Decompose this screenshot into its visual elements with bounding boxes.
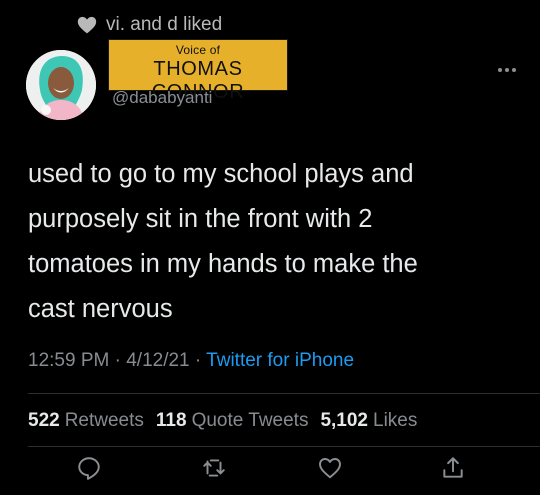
separator: · [114,350,121,371]
reply-icon[interactable] [76,455,102,481]
tweet-meta: 12:59 PM · 4/12/21 · Twitter for iPhone [28,350,354,372]
like-icon[interactable] [317,455,343,481]
tweet-text: used to go to my school plays and purpos… [28,152,508,332]
likes-label: Likes [373,410,418,431]
sticker-line1: Voice of [175,43,221,57]
retweets-stat[interactable]: 522 Retweets [28,410,144,432]
tweet-line: used to go to my school plays and [28,160,414,188]
tweet-time[interactable]: 12:59 PM [28,350,109,371]
avatar[interactable] [26,50,96,120]
liked-by-text[interactable]: vi. and d liked [106,14,222,36]
retweet-icon[interactable] [201,455,227,481]
tweet-line: cast nervous [28,295,173,323]
separator: · [194,350,202,371]
divider [28,393,540,394]
quotes-count: 118 [155,410,187,431]
author-handle[interactable]: @dababyanti [112,88,212,108]
more-options-icon[interactable] [496,66,518,74]
tweet-line: tomatoes in my hands to make the [28,250,418,278]
likes-stat[interactable]: 5,102 Likes [320,410,417,432]
divider [28,446,540,447]
retweets-label: Retweets [64,410,144,431]
tweet-date[interactable]: 4/12/21 [126,350,189,371]
share-icon[interactable] [440,455,466,481]
heart-icon [77,16,97,34]
retweets-count: 522 [28,410,60,431]
quote-tweets-stat[interactable]: 118 Quote Tweets [156,410,309,432]
likes-count: 5,102 [320,410,368,431]
avatar-image [26,50,96,120]
social-context: vi. and d liked [76,14,222,36]
tweet-source-link[interactable]: Twitter for iPhone [206,350,354,371]
tweet-line: purposely sit in the front with 2 [28,205,373,233]
caption-sticker: Voice of THOMAS CONNOR [108,39,288,103]
tweet-stats: 522 Retweets 118 Quote Tweets 5,102 Likes [28,410,417,432]
quotes-label: Quote Tweets [191,410,309,431]
